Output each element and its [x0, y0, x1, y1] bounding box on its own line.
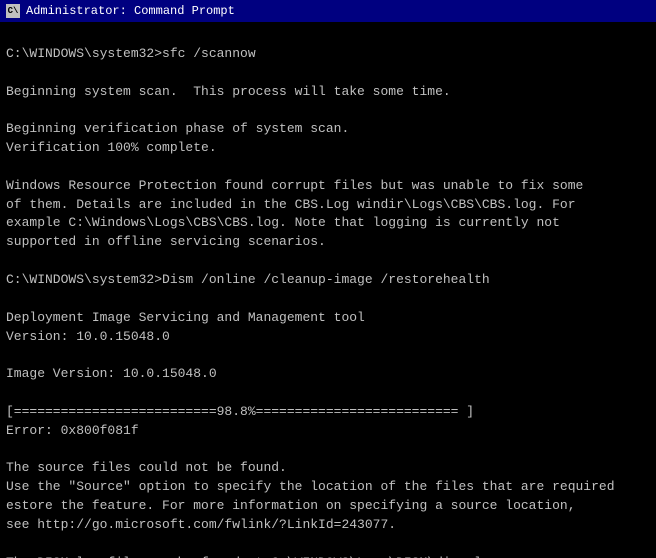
terminal-line: Verification 100% complete.	[6, 139, 650, 158]
terminal-line: Beginning system scan. This process will…	[6, 83, 650, 102]
terminal-line: Windows Resource Protection found corrup…	[6, 177, 650, 196]
terminal-line: The DISM log file can be found at C:\WIN…	[6, 554, 650, 558]
terminal-line	[6, 252, 650, 271]
terminal-line: Image Version: 10.0.15048.0	[6, 365, 650, 384]
terminal-line: Error: 0x800f081f	[6, 422, 650, 441]
title-bar-icon: C\	[6, 4, 20, 18]
terminal-line	[6, 64, 650, 83]
terminal-line: see http://go.microsoft.com/fwlink/?Link…	[6, 516, 650, 535]
terminal-line	[6, 101, 650, 120]
terminal-line: example C:\Windows\Logs\CBS\CBS.log. Not…	[6, 214, 650, 233]
terminal-line: Beginning verification phase of system s…	[6, 120, 650, 139]
terminal-line	[6, 441, 650, 460]
title-bar: C\ Administrator: Command Prompt	[0, 0, 656, 22]
terminal-line	[6, 535, 650, 554]
terminal-line	[6, 290, 650, 309]
terminal-line	[6, 158, 650, 177]
title-bar-text: Administrator: Command Prompt	[26, 4, 235, 18]
terminal-line: Use the "Source" option to specify the l…	[6, 478, 650, 497]
terminal-line: estore the feature. For more information…	[6, 497, 650, 516]
terminal-line: [==========================98.8%========…	[6, 403, 650, 422]
terminal-line: Deployment Image Servicing and Managemen…	[6, 309, 650, 328]
terminal-line: C:\WINDOWS\system32>Dism /online /cleanu…	[6, 271, 650, 290]
terminal-line: Version: 10.0.15048.0	[6, 328, 650, 347]
terminal-line: supported in offline servicing scenarios…	[6, 233, 650, 252]
terminal-line	[6, 384, 650, 403]
terminal-line: C:\WINDOWS\system32>sfc /scannow	[6, 45, 650, 64]
terminal-line	[6, 346, 650, 365]
terminal-line: of them. Details are included in the CBS…	[6, 196, 650, 215]
terminal-content: C:\WINDOWS\system32>sfc /scannow Beginnin…	[0, 22, 656, 558]
terminal-line: The source files could not be found.	[6, 459, 650, 478]
